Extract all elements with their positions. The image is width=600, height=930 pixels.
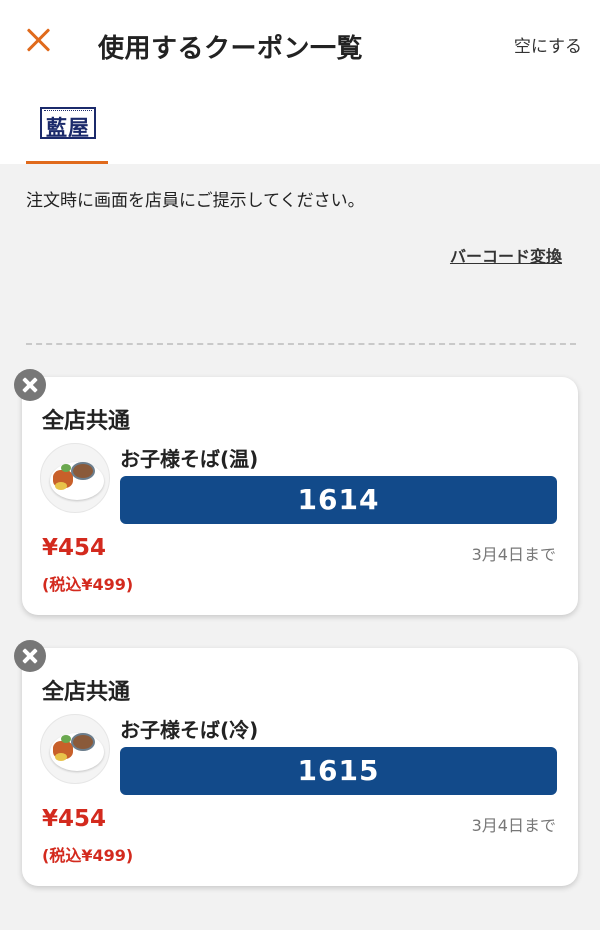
coupon-item-name: お子様そば(冷) (120, 718, 259, 742)
coupon-code: 1615 (120, 747, 557, 795)
soba-bowl (71, 462, 95, 480)
coupon-scope: 全店共通 (42, 409, 131, 434)
coupon-item-name: お子様そば(温) (120, 447, 259, 471)
coupon-expiry: 3月4日まで (471, 816, 556, 835)
coupon-card: 全店共通 お子様そば(温) 1614 ¥454 (税込¥499) 3月4日まで (14, 369, 578, 615)
coupon-price: ¥454 (42, 806, 107, 832)
tab-aiya[interactable]: 藍屋 (26, 90, 108, 164)
food-decoration (55, 753, 67, 761)
food-decoration (55, 482, 67, 490)
kids-soba-image (40, 443, 110, 513)
store-tab-bar: 藍屋 (0, 90, 600, 164)
food-decoration (61, 735, 71, 743)
kids-soba-image (40, 714, 110, 784)
coupon-code: 1614 (120, 476, 557, 524)
dashed-divider (26, 343, 576, 345)
barcode-convert-link[interactable]: バーコード変換 (450, 243, 562, 267)
coupon-card: 全店共通 お子様そば(冷) 1615 ¥454 (税込¥499) 3月4日まで (14, 640, 578, 886)
clear-button[interactable]: 空にする (514, 32, 582, 57)
coupon-price-tax: (税込¥499) (42, 575, 134, 594)
coupon-expiry: 3月4日まで (471, 545, 556, 564)
coupon-price-tax: (税込¥499) (42, 846, 134, 865)
remove-coupon-icon[interactable] (14, 369, 46, 401)
coupon-scope: 全店共通 (42, 680, 131, 705)
close-icon[interactable] (22, 24, 54, 56)
page-title: 使用するクーポン一覧 (98, 34, 364, 64)
remove-coupon-icon[interactable] (14, 640, 46, 672)
app-header: 使用するクーポン一覧 空にする (0, 0, 600, 90)
aiya-logo: 藍屋 (40, 107, 96, 140)
food-decoration (61, 464, 71, 472)
instruction-text: 注文時に画面を店員にご提示してください。 (26, 191, 365, 211)
coupon-price: ¥454 (42, 535, 107, 561)
soba-bowl (71, 733, 95, 751)
logo-text: 藍屋 (46, 115, 90, 140)
